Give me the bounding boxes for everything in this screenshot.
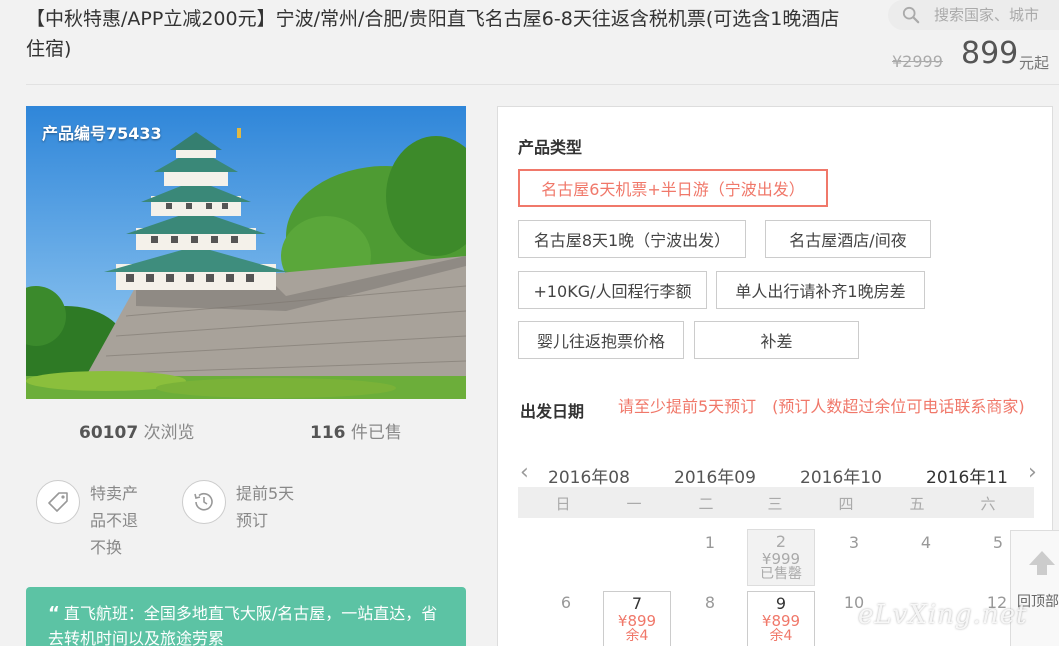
feature-text: 提前5天预订 bbox=[236, 484, 295, 530]
original-price: ¥2999 bbox=[892, 52, 943, 71]
option-price-difference[interactable]: 补差 bbox=[694, 321, 859, 359]
sold-label: 件已售 bbox=[350, 423, 402, 443]
month-selector: ‹ 2016年08 2016年09 2016年10 2016年11 › bbox=[518, 461, 1048, 492]
calendar-day: 1 bbox=[704, 533, 716, 552]
day-number: 9 bbox=[775, 594, 787, 613]
weekday-label: 五 bbox=[909, 495, 925, 513]
calendar-day: 6 bbox=[560, 593, 572, 612]
sold-count: 116 bbox=[310, 423, 346, 443]
booking-panel: 产品类型 名古屋6天机票+半日游（宁波出发） 名古屋8天1晚（宁波出发） 名古屋… bbox=[497, 106, 1053, 646]
next-month-arrow-icon[interactable]: › bbox=[1028, 461, 1037, 485]
day-number: 2 bbox=[775, 532, 787, 551]
product-type-label: 产品类型 bbox=[518, 138, 583, 157]
product-title: 【中秋特惠/APP立减200元】宁波/常州/合肥/贵阳直飞名古屋6-8天往返含税… bbox=[26, 8, 840, 60]
quote-icon: “ bbox=[48, 603, 60, 624]
option-single-supplement[interactable]: 单人出行请补齐1晚房差 bbox=[716, 271, 925, 309]
option-infant-ticket[interactable]: 婴儿往返抱票价格 bbox=[518, 321, 684, 359]
nagoya-castle-image bbox=[26, 106, 466, 399]
feature-advance-booking: 提前5天预订 bbox=[182, 480, 306, 534]
prev-month-arrow-icon[interactable]: ‹ bbox=[520, 461, 529, 485]
arrow-up-icon bbox=[1029, 551, 1055, 575]
header-divider bbox=[26, 84, 1059, 85]
search-box[interactable]: 搜索国家、城市 bbox=[888, 0, 1059, 30]
calendar-day: 5 bbox=[992, 533, 1004, 552]
calendar-day: 4 bbox=[920, 533, 932, 552]
tag-icon bbox=[36, 480, 80, 524]
current-price: 899 bbox=[961, 36, 1019, 71]
views-stat: 60107 次浏览 bbox=[79, 418, 195, 443]
option-nagoya-6day[interactable]: 名古屋6天机票+半日游（宁波出发） bbox=[518, 169, 828, 207]
day-price: ¥899 bbox=[761, 612, 801, 630]
weekday-label: 六 bbox=[980, 495, 996, 513]
highlight-box: “直飞航班：全国多地直飞大阪/名古屋，一站直达，省去转机时间以及旅途劳累 bbox=[26, 587, 466, 646]
day-number: 7 bbox=[631, 594, 643, 613]
day-status: 余4 bbox=[769, 628, 793, 644]
weekday-label: 日 bbox=[555, 495, 571, 513]
departure-date-label: 出发日期 bbox=[520, 402, 585, 421]
option-extra-baggage[interactable]: +10KG/人回程行李额 bbox=[518, 271, 707, 309]
product-number: 产品编号75433 bbox=[42, 124, 162, 143]
option-nagoya-8day[interactable]: 名古屋8天1晚（宁波出发） bbox=[518, 220, 746, 258]
calendar-day: 8 bbox=[704, 593, 716, 612]
weekday-label: 二 bbox=[698, 495, 714, 513]
views-count: 60107 bbox=[79, 423, 139, 443]
feature-text: 特卖产品不退不换 bbox=[90, 484, 139, 557]
feature-no-refund: 特卖产品不退不换 bbox=[36, 480, 150, 561]
sold-stat: 116 件已售 bbox=[310, 418, 402, 443]
month-tab[interactable]: 2016年10 bbox=[800, 463, 882, 488]
calendar-day-available[interactable]: 7 ¥899 余4 bbox=[603, 591, 671, 646]
weekday-label: 一 bbox=[626, 495, 642, 513]
views-label: 次浏览 bbox=[143, 423, 195, 443]
product-photo[interactable]: 产品编号75433 bbox=[26, 106, 466, 399]
calendar-day-soldout: 2 ¥999 已售罄 bbox=[747, 529, 815, 586]
day-status: 已售罄 bbox=[760, 566, 802, 582]
calendar-day-available[interactable]: 9 ¥899 余4 bbox=[747, 591, 815, 646]
weekday-label: 四 bbox=[838, 495, 854, 513]
calendar-day: 3 bbox=[848, 533, 860, 552]
month-tab[interactable]: 2016年09 bbox=[674, 463, 756, 488]
search-placeholder[interactable]: 搜索国家、城市 bbox=[934, 4, 1039, 25]
day-price: ¥899 bbox=[617, 612, 657, 630]
day-price: ¥999 bbox=[761, 550, 801, 568]
weekday-header: 日 一 二 三 四 五 六 bbox=[518, 487, 1034, 518]
weekday-label: 三 bbox=[767, 495, 783, 513]
price-unit: 元起 bbox=[1019, 54, 1050, 72]
month-tab[interactable]: 2016年08 bbox=[548, 463, 630, 488]
highlight-text: 直飞航班：全国多地直飞大阪/名古屋，一站直达，省去转机时间以及旅途劳累 bbox=[48, 604, 438, 646]
date-note: 请至少提前5天预订 (预订人数超过余位可电话联系商家) bbox=[618, 397, 1025, 416]
search-icon[interactable] bbox=[902, 6, 920, 24]
option-nagoya-hotel[interactable]: 名古屋酒店/间夜 bbox=[765, 220, 931, 258]
day-status: 余4 bbox=[625, 628, 649, 644]
watermark: eLvXing.net bbox=[858, 600, 1028, 630]
clock-history-icon bbox=[182, 480, 226, 524]
product-stats: 60107 次浏览 116 件已售 bbox=[26, 418, 466, 443]
